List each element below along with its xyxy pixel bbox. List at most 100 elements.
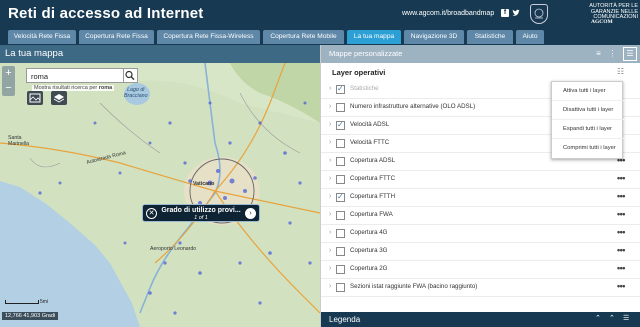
chevron-right-icon[interactable]: › [329, 121, 331, 128]
layers-options-icon[interactable]: ☷ [617, 67, 624, 76]
more-options-icon[interactable]: ••• [617, 173, 625, 183]
coordinates-readout: 12,766 41,903 Gradi [2, 312, 59, 320]
search-button[interactable] [124, 68, 138, 83]
place-vaticano: Vaticano [193, 181, 215, 187]
menu-comprimi-tutti[interactable]: Comprimi tutti i layer [552, 139, 624, 158]
legend-bar[interactable]: Legenda ⌃ ⌃ ☰ [321, 312, 640, 327]
place-santa-marinella-line-2: Marinella [8, 141, 30, 147]
more-options-icon[interactable]: ••• [617, 245, 625, 255]
scale-bar [5, 300, 39, 304]
chevron-right-icon[interactable]: › [329, 211, 331, 218]
panel-menu-icon[interactable]: ≡ [593, 48, 604, 59]
popup-title: Grado di utilizzo provi... [161, 207, 241, 214]
basemap-button[interactable] [27, 91, 43, 105]
layer-checkbox[interactable] [336, 229, 345, 238]
layer-checkbox[interactable] [336, 192, 345, 202]
collapse-icon[interactable]: ⌃ [609, 314, 615, 322]
tab-copertura-rete-fissa[interactable]: Copertura Rete Fissa [79, 30, 154, 44]
site-title: Reti di accesso ad Internet [8, 5, 204, 22]
layers-title: Layer operativi [332, 68, 386, 77]
chevron-right-icon[interactable]: › [329, 229, 331, 236]
layer-checkbox[interactable] [336, 175, 345, 184]
layer-label: Copertura 2G [350, 265, 388, 272]
layer-label: Copertura 3G [350, 247, 388, 254]
expand-up-icon[interactable]: ⌃ [595, 314, 601, 322]
list-view-icon[interactable]: ☰ [623, 47, 637, 61]
layer-row[interactable]: › Copertura 2G ••• [321, 261, 640, 279]
facebook-icon[interactable]: f [501, 9, 509, 17]
more-options-icon[interactable]: ••• [617, 227, 625, 237]
main-nav: Velocità Rete Fissa Copertura Rete Fissa… [0, 28, 640, 45]
layer-row[interactable]: › Copertura FWA ••• [321, 207, 640, 225]
map-popup[interactable]: ✕ Grado di utilizzo provi... 1 of 1 › [142, 204, 260, 222]
place-santa-marinella: Santa Marinella [8, 135, 29, 147]
zoom-out-button[interactable]: − [2, 81, 15, 96]
list-icon[interactable]: ☰ [623, 314, 629, 322]
layer-row[interactable]: › Copertura FTTH ••• [321, 189, 640, 207]
popup-count: 1 of 1 [194, 215, 208, 221]
zoom-in-button[interactable]: + [2, 66, 15, 81]
search-suggestion-query: roma [98, 85, 113, 91]
map-view[interactable]: + − roma Mostra risultati ricerca per ro… [0, 63, 320, 327]
layer-label: Velocità ADSL [350, 121, 390, 128]
tab-statistiche[interactable]: Statistiche [467, 30, 513, 44]
tab-copertura-rete-fissa-wireless[interactable]: Copertura Rete Fissa-Wireless [157, 30, 260, 44]
layer-checkbox[interactable] [336, 283, 345, 292]
layer-row[interactable]: › Copertura 3G ••• [321, 243, 640, 261]
twitter-icon[interactable] [512, 9, 520, 17]
layer-checkbox[interactable] [336, 211, 345, 220]
chevron-right-icon[interactable]: › [329, 157, 331, 164]
chevron-right-icon[interactable]: › [329, 247, 331, 254]
scale-label: 5mi [40, 299, 49, 305]
menu-disattiva-tutti[interactable]: Disattiva tutti i layer [552, 101, 624, 120]
panel-grid-icon[interactable]: ⋮ [607, 48, 618, 59]
agcom-logo[interactable]: AUTORITÀ PER LE GARANZIE NELLE COMUNICAZ… [530, 3, 638, 25]
next-feature-icon[interactable]: › [245, 208, 256, 219]
close-popup-icon[interactable]: ✕ [146, 208, 157, 219]
chevron-right-icon[interactable]: › [329, 103, 331, 110]
chevron-right-icon[interactable]: › [329, 175, 331, 182]
layer-row[interactable]: › Copertura 4G ••• [321, 225, 640, 243]
layer-label: Copertura 4G [350, 229, 388, 236]
layer-checkbox[interactable] [336, 84, 345, 94]
layer-checkbox[interactable] [336, 103, 345, 112]
layer-label: Copertura FWA [350, 211, 393, 218]
search-icon [125, 70, 135, 81]
layers-button[interactable] [51, 91, 67, 105]
more-options-icon[interactable]: ••• [617, 263, 625, 273]
tab-aiuto[interactable]: Aiuto [516, 30, 544, 44]
search-input[interactable]: roma [26, 68, 124, 83]
chevron-right-icon[interactable]: › [329, 139, 331, 146]
layer-checkbox[interactable] [336, 120, 345, 130]
place-aeroporto: Aeroporto Leonardo [150, 246, 197, 252]
search-suggestion[interactable]: Mostra risultati ricerca per roma [32, 85, 115, 91]
tab-velocita-rete-fissa[interactable]: Velocità Rete Fissa [8, 30, 76, 44]
zoom-control: + − [2, 66, 15, 96]
map-title-bar: La tua mappa [0, 45, 320, 63]
more-options-icon[interactable]: ••• [617, 209, 625, 219]
chevron-right-icon[interactable]: › [329, 265, 331, 272]
tab-la-tua-mappa[interactable]: La tua mappa [347, 30, 401, 44]
layer-row[interactable]: › Copertura FTTC ••• [321, 171, 640, 189]
menu-attiva-tutti[interactable]: Attiva tutti i layer [552, 82, 624, 101]
site-url-link[interactable]: www.agcom.it/broadbandmap [402, 10, 494, 17]
legend-title: Legenda [329, 315, 361, 324]
tab-copertura-rete-mobile[interactable]: Copertura Rete Mobile [263, 30, 344, 44]
more-options-icon[interactable]: ••• [617, 191, 625, 201]
tab-navigazione-3d[interactable]: Navigazione 3D [404, 30, 464, 44]
menu-espandi-tutti[interactable]: Espandi tutti i layer [552, 120, 624, 139]
chevron-right-icon[interactable]: › [329, 283, 331, 290]
site-header: Reti di accesso ad Internet www.agcom.it… [0, 0, 640, 28]
layer-row[interactable]: › Sezioni istat raggiunte FWA (bacino rag… [321, 279, 640, 297]
layer-checkbox[interactable] [336, 265, 345, 274]
layers-panel: Mappe personalizzate ≡ ⋮ ☰ Layer operati… [320, 45, 640, 327]
layer-checkbox[interactable] [336, 157, 345, 166]
chevron-right-icon[interactable]: › [329, 193, 331, 200]
chevron-right-icon[interactable]: › [329, 85, 331, 92]
layer-label: Copertura FTTH [350, 193, 396, 200]
layer-checkbox[interactable] [336, 247, 345, 256]
lake-label: Lago di Bracciano [124, 87, 148, 99]
layer-checkbox[interactable] [336, 139, 345, 148]
map-canvas[interactable] [0, 63, 320, 327]
more-options-icon[interactable]: ••• [617, 281, 625, 291]
